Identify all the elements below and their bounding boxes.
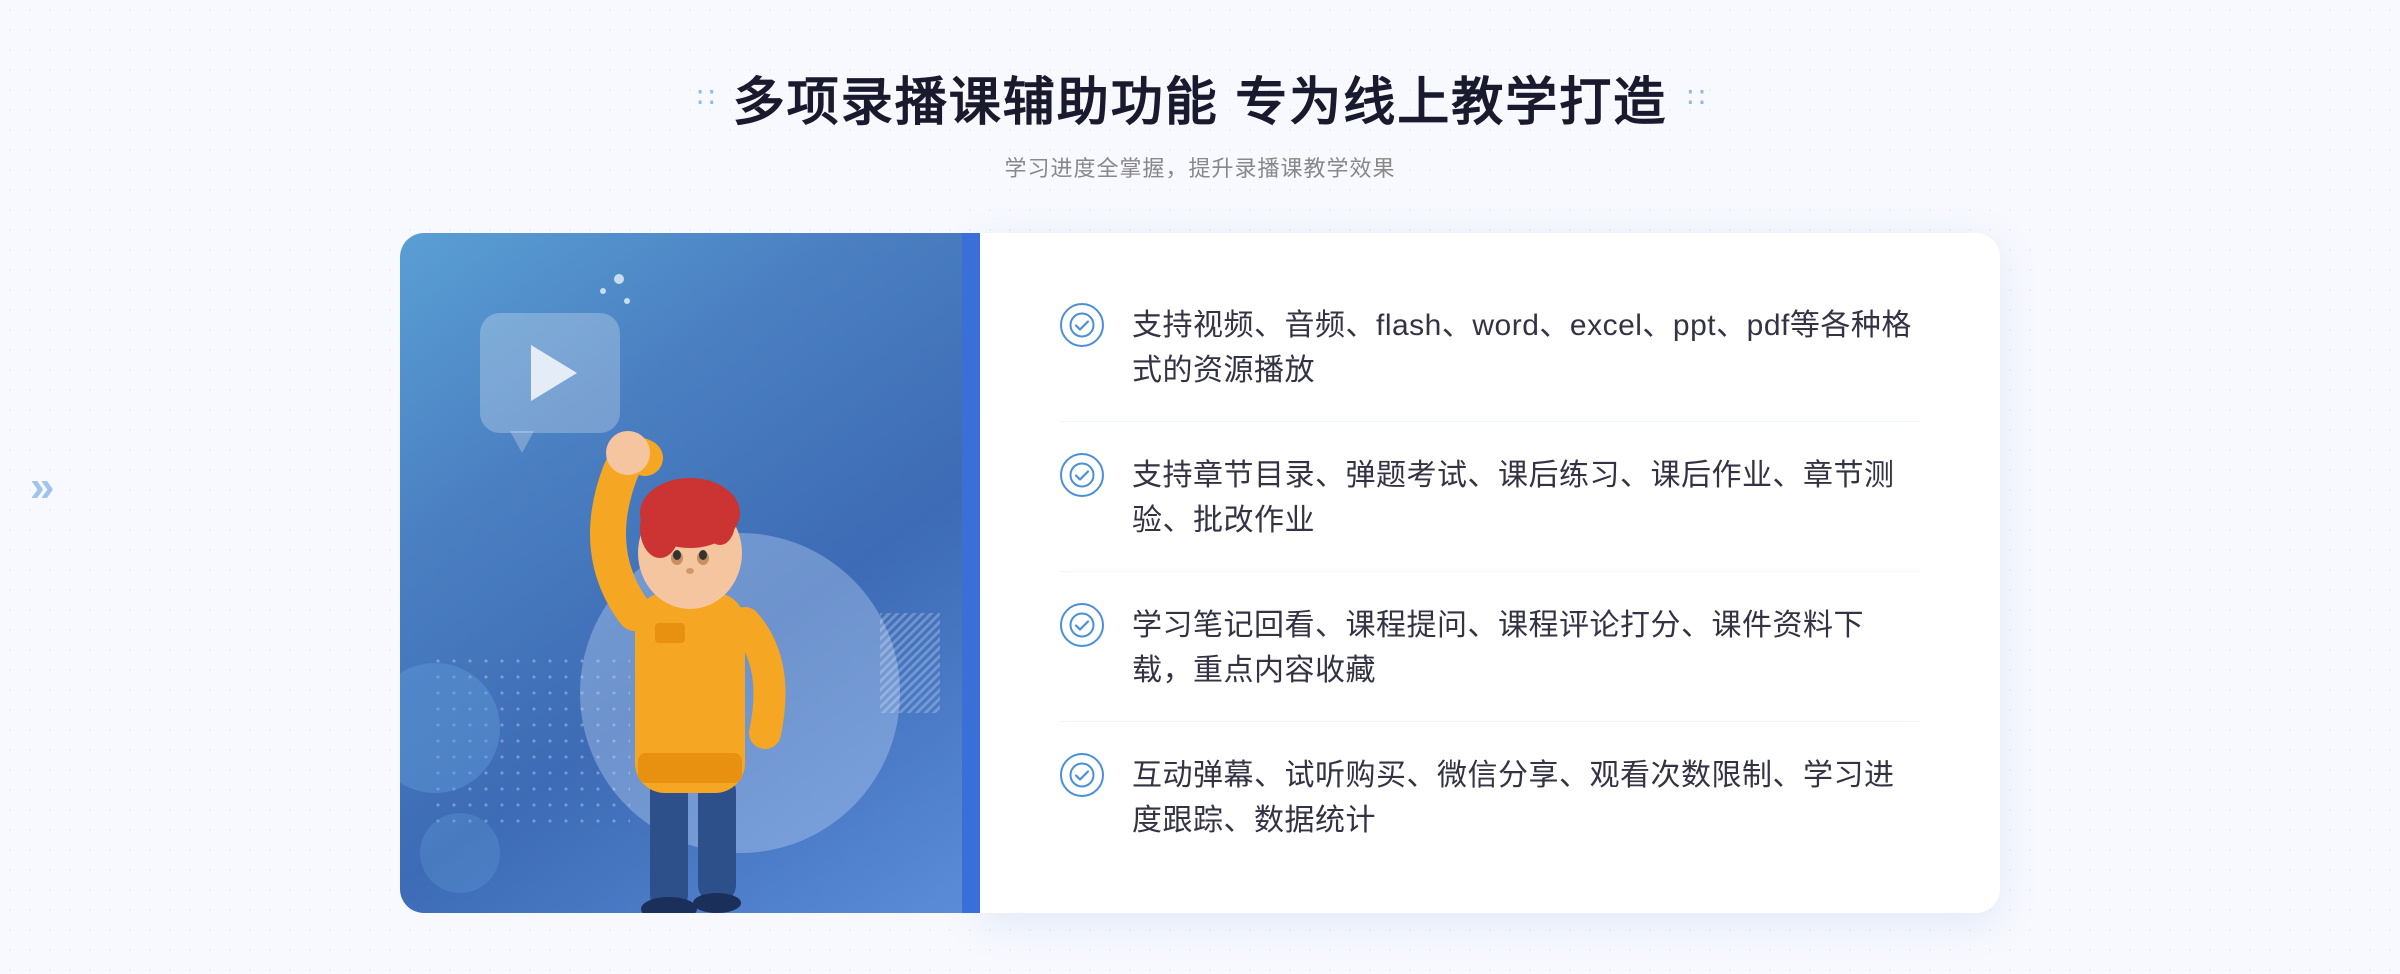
check-circle-4 — [1060, 753, 1104, 797]
title-dots-right: ∷ — [1687, 81, 1703, 114]
feature-item-4: 互动弹幕、试听购买、微信分享、观看次数限制、学习进度跟踪、数据统计 — [1060, 725, 1920, 871]
check-circle-1 — [1060, 303, 1104, 347]
main-title: 多项录播课辅助功能 专为线上教学打造 — [733, 60, 1667, 135]
page-container: » ∷ 多项录播课辅助功能 专为线上教学打造 ∷ 学习进度全掌握，提升录播课教学… — [0, 0, 2400, 974]
human-figure-illustration — [400, 353, 980, 913]
feature-text-1: 支持视频、音频、flash、word、excel、ppt、pdf等各种格式的资源… — [1132, 303, 1920, 393]
left-nav-decoration: » — [30, 465, 54, 509]
feature-text-3: 学习笔记回看、课程提问、课程评论打分、课件资料下载，重点内容收藏 — [1132, 603, 1920, 693]
feature-text-4: 互动弹幕、试听购买、微信分享、观看次数限制、学习进度跟踪、数据统计 — [1132, 753, 1920, 843]
title-row: ∷ 多项录播课辅助功能 专为线上教学打造 ∷ — [697, 60, 1703, 135]
feature-item-3: 学习笔记回看、课程提问、课程评论打分、课件资料下载，重点内容收藏 — [1060, 575, 1920, 722]
feature-item-1: 支持视频、音频、flash、word、excel、ppt、pdf等各种格式的资源… — [1060, 275, 1920, 422]
title-dots-left: ∷ — [697, 81, 713, 114]
left-chevron-icon: » — [30, 465, 54, 509]
check-circle-3 — [1060, 603, 1104, 647]
feature-item-2: 支持章节目录、弹题考试、课后练习、课后作业、章节测验、批改作业 — [1060, 425, 1920, 572]
check-circle-2 — [1060, 453, 1104, 497]
feature-text-2: 支持章节目录、弹题考试、课后练习、课后作业、章节测验、批改作业 — [1132, 453, 1920, 543]
content-section: 支持视频、音频、flash、word、excel、ppt、pdf等各种格式的资源… — [400, 233, 2000, 913]
header-section: ∷ 多项录播课辅助功能 专为线上教学打造 ∷ 学习进度全掌握，提升录播课教学效果 — [697, 60, 1703, 183]
subtitle: 学习进度全掌握，提升录播课教学效果 — [1004, 151, 1395, 183]
illustration-card — [400, 233, 980, 913]
features-panel: 支持视频、音频、flash、word、excel、ppt、pdf等各种格式的资源… — [980, 233, 2000, 913]
